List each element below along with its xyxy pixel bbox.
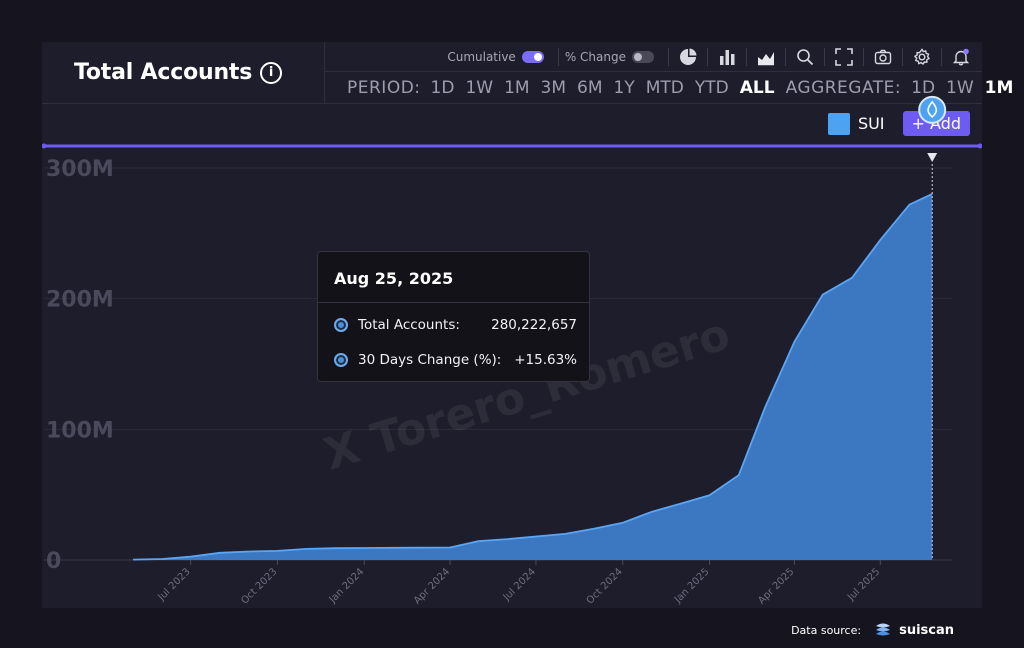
x-tick-label: Jul 2025 <box>845 566 882 603</box>
x-tick-label: Oct 2023 <box>239 566 279 606</box>
tooltip-row-change: 30 Days Change (%): +15.63% <box>334 350 577 370</box>
y-tick-label: 200M <box>46 288 114 313</box>
tooltip-value: 280,222,657 <box>491 317 577 333</box>
tooltip-label: Total Accounts: <box>358 317 460 333</box>
series-dot-icon <box>334 318 348 332</box>
y-tick-label: 100M <box>46 418 114 443</box>
tooltip: Aug 25, 2025 Total Accounts: 280,222,657… <box>317 251 590 382</box>
x-axis-ticks: Jul 2023 Oct 2023 Jan 2024 Apr 2024 Jul 2024… <box>155 560 882 607</box>
crosshair-pointer-icon[interactable] <box>927 153 938 162</box>
tooltip-value: +15.63% <box>514 352 577 368</box>
tooltip-row-total: Total Accounts: 280,222,657 <box>334 315 577 335</box>
x-tick-label: Oct 2024 <box>585 566 625 606</box>
x-tick-label: Jul 2024 <box>501 566 538 603</box>
x-tick-label: Jan 2024 <box>327 566 367 606</box>
data-source-name[interactable]: suiscan <box>899 623 954 638</box>
series-dot-icon <box>334 353 348 367</box>
y-tick-label: 0 <box>46 549 61 574</box>
suiscan-logo-icon <box>876 623 891 636</box>
tooltip-label: 30 Days Change (%): <box>358 352 502 368</box>
y-tick-label: 300M <box>46 157 114 182</box>
data-source-label: Data source: <box>791 623 862 637</box>
tooltip-date: Aug 25, 2025 <box>334 269 454 288</box>
tooltip-divider <box>318 302 589 303</box>
x-tick-label: Jan 2025 <box>672 566 712 606</box>
data-source-footer: Data source: suiscan <box>791 620 954 640</box>
x-tick-label: Apr 2024 <box>412 566 452 606</box>
x-tick-label: Jul 2023 <box>155 566 192 603</box>
y-axis-ticks: 0 100M 200M 300M <box>46 157 114 574</box>
x-tick-label: Apr 2025 <box>756 566 796 606</box>
